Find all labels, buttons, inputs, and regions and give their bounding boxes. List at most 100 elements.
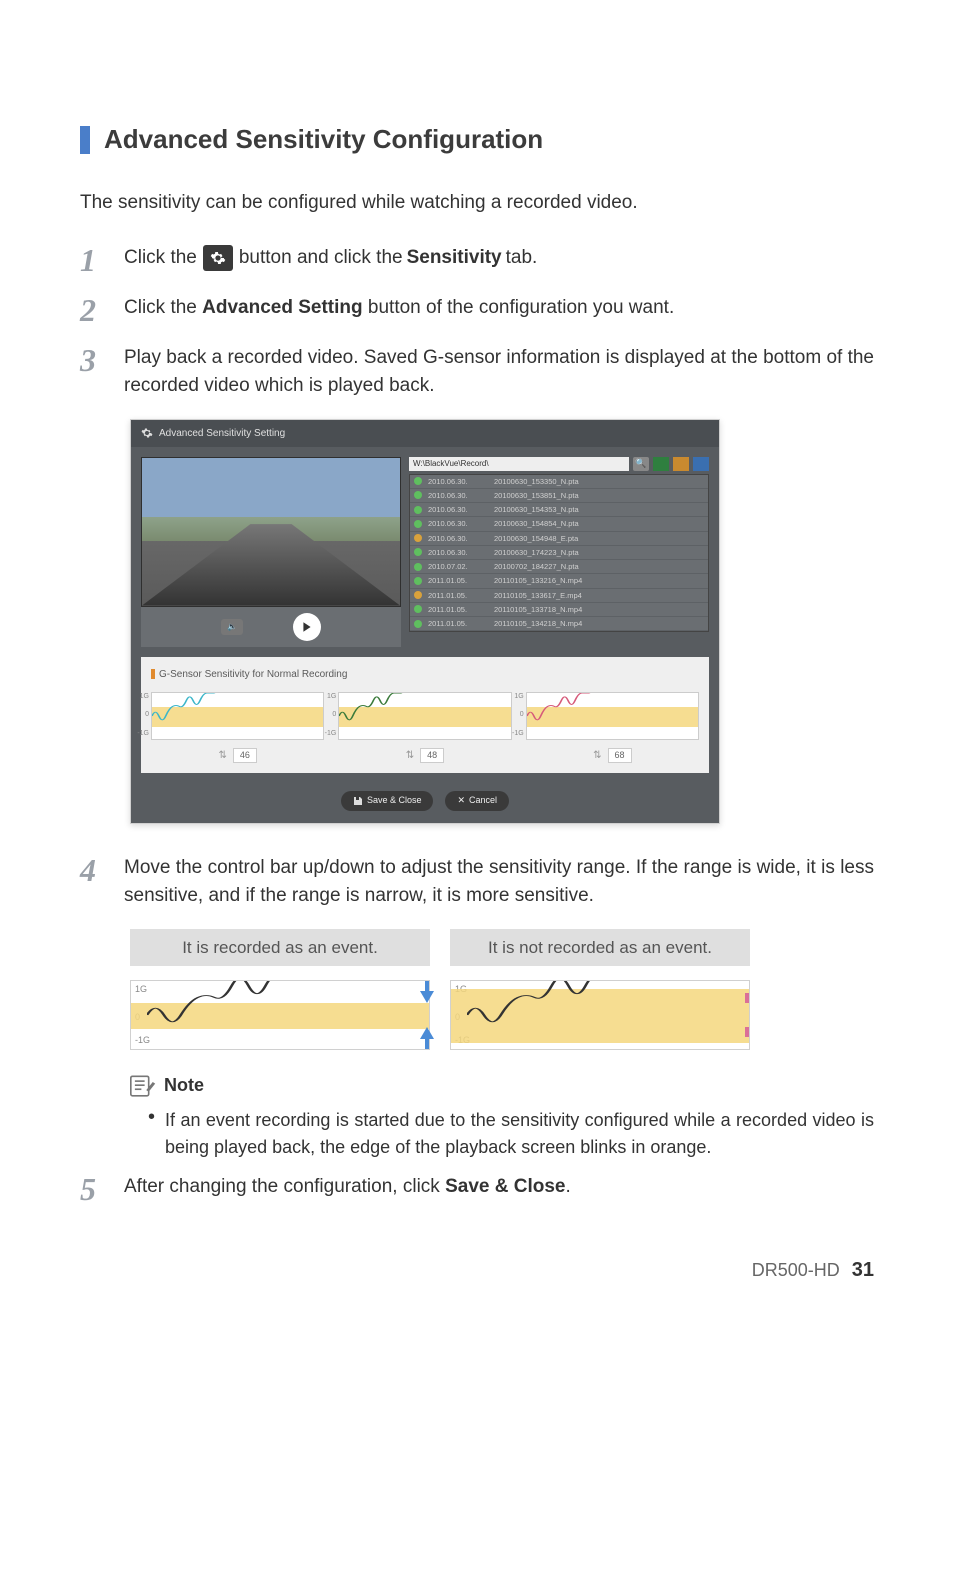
axis-label: -1G — [137, 729, 149, 740]
file-status-icon — [414, 548, 422, 556]
step-4: 4 Move the control bar up/down to adjust… — [80, 854, 874, 911]
file-name: 20110105_133718_N.mp4 — [494, 604, 704, 615]
filter-normal-icon[interactable] — [653, 457, 669, 471]
file-date: 2010.06.30. — [428, 533, 488, 544]
file-date: 2010.06.30. — [428, 490, 488, 501]
gear-icon — [141, 427, 153, 439]
axis-label: 1G — [514, 692, 523, 703]
axis-label: 0 — [145, 710, 149, 721]
step-1: 1 Click the button and click the Sensiti… — [80, 244, 874, 276]
file-row[interactable]: 2010.06.30. 20100630_154854_N.pta — [410, 517, 708, 531]
file-name: 20100630_154353_N.pta — [494, 504, 704, 515]
file-name: 20110105_134218_N.mp4 — [494, 618, 704, 629]
filter-event-icon[interactable] — [673, 457, 689, 471]
bullet-icon: • — [148, 1107, 155, 1161]
video-preview — [141, 457, 401, 607]
step-bold: Advanced Setting — [202, 297, 362, 318]
file-date: 2011.01.05. — [428, 618, 488, 629]
save-close-button[interactable]: Save & Close — [341, 791, 434, 811]
axis-label: 0 — [520, 710, 524, 721]
step-number: 5 — [80, 1173, 124, 1205]
step-3: 3 Play back a recorded video. Saved G-se… — [80, 344, 874, 401]
sensor-slider[interactable]: ⇅ 68 — [593, 748, 631, 764]
file-date: 2011.01.05. — [428, 604, 488, 615]
file-row[interactable]: 2010.06.30. 20100630_153851_N.pta — [410, 489, 708, 503]
step-text: Play back a recorded video. Saved G-sens… — [124, 344, 874, 401]
play-button[interactable] — [293, 613, 321, 641]
app-screenshot: Advanced Sensitivity Setting 🔈 W:\BlackV… — [130, 419, 720, 824]
sensor-slider[interactable]: ⇅ 46 — [218, 748, 256, 764]
gear-icon-button[interactable] — [203, 245, 233, 271]
file-name: 20100702_184227_N.pta — [494, 561, 704, 572]
file-row[interactable]: 2010.06.30. 20100630_154948_E.pta — [410, 532, 708, 546]
file-row[interactable]: 2011.01.05. 20110105_133718_N.mp4 — [410, 603, 708, 617]
note-icon — [130, 1075, 156, 1097]
save-icon — [353, 796, 363, 806]
file-status-icon — [414, 591, 422, 599]
step-number: 4 — [80, 854, 124, 886]
file-row[interactable]: 2010.06.30. 20100630_154353_N.pta — [410, 503, 708, 517]
cancel-button[interactable]: ✕ Cancel — [445, 791, 509, 811]
axis-label: 0 — [332, 710, 336, 721]
axis-label: 1G — [135, 983, 147, 997]
wave-icon — [467, 981, 749, 1049]
intro-text: The sensitivity can be configured while … — [80, 189, 874, 218]
step-text: tab. — [506, 244, 538, 273]
file-row[interactable]: 2010.07.02. 20100702_184227_N.pta — [410, 560, 708, 574]
axis-label: 1G — [327, 692, 336, 703]
file-date: 2010.06.30. — [428, 476, 488, 487]
play-icon — [301, 621, 313, 633]
file-name: 20100630_154948_E.pta — [494, 533, 704, 544]
footer-model: DR500-HD — [752, 1257, 840, 1284]
step-number: 3 — [80, 344, 124, 376]
note-block: Note • If an event recording is started … — [130, 1072, 874, 1161]
file-name: 20100630_153350_N.pta — [494, 476, 704, 487]
file-row[interactable]: 2011.01.05. 20110105_134218_N.mp4 — [410, 617, 708, 631]
axis-label: -1G — [325, 729, 337, 740]
file-status-icon — [414, 506, 422, 514]
file-row[interactable]: 2010.06.30. 20100630_174223_N.pta — [410, 546, 708, 560]
step-text: . — [565, 1176, 570, 1197]
file-date: 2010.06.30. — [428, 504, 488, 515]
path-field[interactable]: W:\BlackVue\Record\ — [409, 457, 629, 471]
wave-icon — [147, 981, 429, 1049]
section-title: Advanced Sensitivity Configuration — [80, 120, 874, 159]
file-name: 20100630_153851_N.pta — [494, 490, 704, 501]
speaker-icon[interactable]: 🔈 — [221, 619, 243, 635]
cmp-right-chart: 1G 0 -1G — [450, 980, 750, 1050]
file-list[interactable]: 2010.06.30. 20100630_153350_N.pta 2010.0… — [409, 474, 709, 632]
app-titlebar: Advanced Sensitivity Setting — [131, 420, 719, 447]
filter-parking-icon[interactable] — [693, 457, 709, 471]
file-status-icon — [414, 577, 422, 585]
step-bold: Sensitivity — [407, 244, 502, 273]
step-text: After changing the configuration, click — [124, 1176, 445, 1197]
cmp-left-chart: 1G 0 -1G — [130, 980, 430, 1050]
sensor-value: 46 — [233, 748, 257, 764]
save-close-label: Save & Close — [367, 794, 422, 808]
step-number: 1 — [80, 244, 124, 276]
sensor-value: 68 — [608, 748, 632, 764]
file-date: 2011.01.05. — [428, 575, 488, 586]
sensor-slider[interactable]: ⇅ 48 — [406, 748, 444, 764]
arrow-down-icon — [420, 991, 434, 1003]
axis-label: 1G — [140, 692, 149, 703]
gear-icon — [210, 250, 226, 266]
sensor-value: 48 — [420, 748, 444, 764]
step-5: 5 After changing the configuration, clic… — [80, 1173, 874, 1205]
section-accent-bar — [80, 126, 90, 154]
file-date: 2010.06.30. — [428, 518, 488, 529]
file-status-icon — [414, 534, 422, 542]
file-row[interactable]: 2011.01.05. 20110105_133216_N.mp4 — [410, 574, 708, 588]
footer-page-number: 31 — [852, 1255, 874, 1285]
search-icon[interactable]: 🔍 — [633, 457, 649, 471]
file-row[interactable]: 2010.06.30. 20100630_153350_N.pta — [410, 475, 708, 489]
sensor-graph: 1G 0 -1G ⇅ 68 — [526, 692, 699, 764]
section-heading: Advanced Sensitivity Configuration — [104, 120, 543, 159]
axis-label: -1G — [512, 729, 524, 740]
page-footer: DR500-HD 31 — [80, 1255, 874, 1285]
file-name: 20100630_174223_N.pta — [494, 547, 704, 558]
slider-icon: ⇅ — [406, 748, 414, 763]
file-row[interactable]: 2011.01.05. 20110105_133617_E.mp4 — [410, 589, 708, 603]
cmp-right-header: It is not recorded as an event. — [450, 929, 750, 967]
step-text: Click the — [124, 297, 202, 318]
